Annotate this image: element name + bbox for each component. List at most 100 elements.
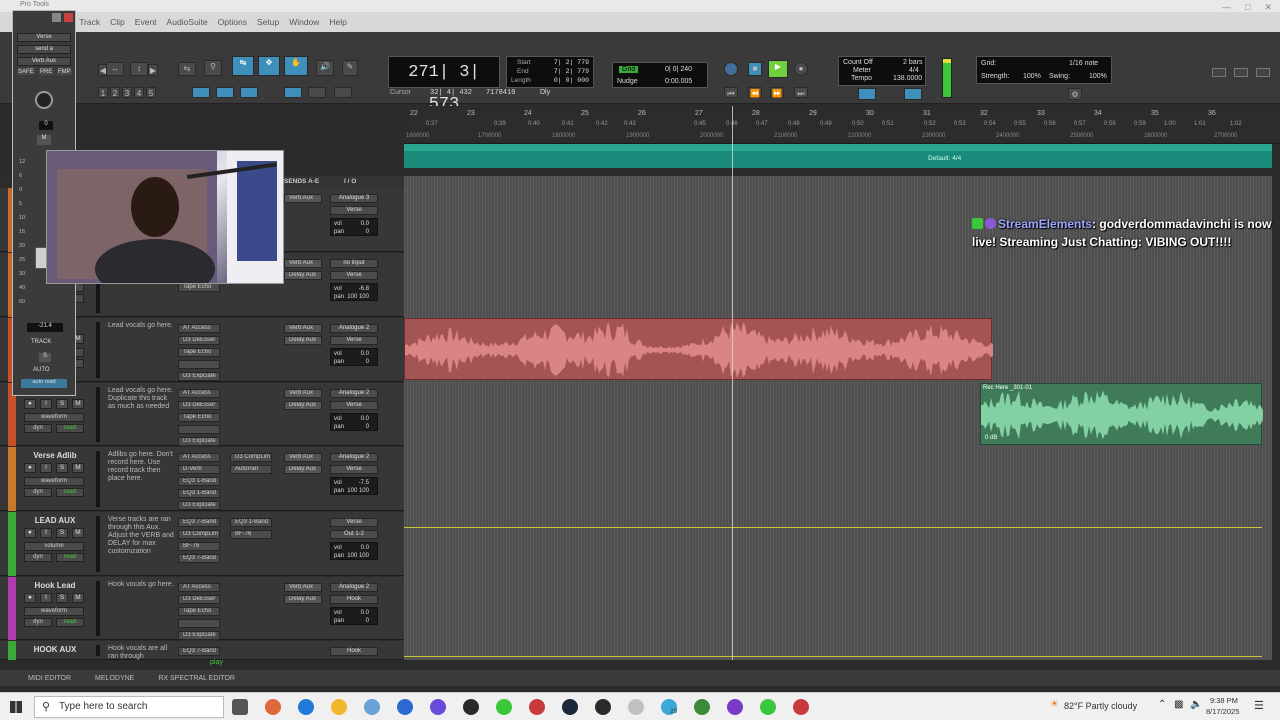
insert-slot[interactable]: D3 DeEsser xyxy=(178,595,220,604)
solo-button[interactable]: S xyxy=(56,399,68,409)
hook-aux-volume-line[interactable] xyxy=(404,656,1262,657)
steam-icon[interactable] xyxy=(562,699,578,715)
insert-slot[interactable]: D3 CompLim xyxy=(230,453,272,462)
io-selector[interactable]: Verse xyxy=(330,401,378,410)
conductor-icon[interactable] xyxy=(904,88,922,100)
io-selector[interactable]: Verse xyxy=(330,518,378,527)
trim-tool-icon[interactable]: ↹ xyxy=(232,56,254,76)
io-selector[interactable]: Out 1-2 xyxy=(330,530,378,539)
notifications-icon[interactable]: ☰ xyxy=(1254,699,1264,712)
input-monitor-button[interactable]: I xyxy=(40,463,52,473)
automation-mode-selector[interactable]: read xyxy=(56,618,84,627)
vol-value[interactable]: 0.0 xyxy=(361,350,369,358)
vol-value[interactable]: 0.0 xyxy=(361,415,369,423)
shuffle-mode-icon[interactable] xyxy=(192,87,210,98)
tempo-ruler[interactable] xyxy=(404,144,1272,151)
zoom-preset-4[interactable]: 4 xyxy=(134,87,144,98)
edit-minimize-button[interactable] xyxy=(1212,68,1226,77)
pencil-tool-icon[interactable]: ✎ xyxy=(342,60,358,76)
edge-icon[interactable] xyxy=(298,699,314,715)
end-value[interactable]: 7| 2| 779 xyxy=(554,68,589,75)
automation-mode-selector[interactable]: read xyxy=(56,553,84,562)
track-name[interactable]: Verse Adlib xyxy=(22,451,88,461)
vol-pan-box[interactable]: vol 0.0 pan 0 xyxy=(330,218,378,236)
io-selector[interactable]: Verse xyxy=(330,206,378,215)
mute-button[interactable]: M xyxy=(72,593,84,603)
insert-slot[interactable]: EQ3 1-Band xyxy=(230,518,272,527)
vol-value[interactable]: 0.0 xyxy=(361,544,369,552)
zoom-preset-5[interactable]: 5 xyxy=(146,87,156,98)
send-slot[interactable]: Delay Aux xyxy=(284,595,322,604)
track-row[interactable]: HOOK AUX Hook vocals are all ran through… xyxy=(0,641,404,660)
app-icon-3[interactable] xyxy=(430,699,446,715)
grid-value[interactable]: 0| 0| 240 xyxy=(665,66,692,73)
insert-slot[interactable]: D3 ExpGate xyxy=(178,372,220,381)
io-selector[interactable]: no input xyxy=(330,259,378,268)
main-counter[interactable]: 271| 3| 573 xyxy=(388,56,500,114)
solo-button[interactable]: S xyxy=(56,593,68,603)
taskbar-search-input[interactable]: Type here to search xyxy=(34,696,224,718)
send-slot[interactable]: Verb Aux xyxy=(284,389,322,398)
menu-window[interactable]: Window xyxy=(289,17,319,27)
dyn-selector[interactable]: dyn xyxy=(24,424,52,433)
mixer-io-verse[interactable]: Verse xyxy=(17,33,71,42)
zoomer-tool-icon[interactable]: ⚲ xyxy=(204,60,222,76)
io-selector[interactable]: Analogue 2 xyxy=(330,324,378,333)
vol-pan-box[interactable]: vol 0.0 pan 0 xyxy=(330,607,378,625)
io-selector[interactable]: Analogue 2 xyxy=(330,389,378,398)
vol-pan-box[interactable]: vol 0.0 pan 0 xyxy=(330,348,378,366)
fmp-button[interactable]: FMP xyxy=(57,69,72,75)
record-arm-button[interactable]: ● xyxy=(24,528,36,538)
track-button[interactable]: TRACK xyxy=(31,339,51,345)
rewind-button[interactable]: ⏪ xyxy=(748,87,762,98)
record-arm-button[interactable]: ● xyxy=(24,463,36,473)
mute-button[interactable]: M xyxy=(72,463,84,473)
menu-help[interactable]: Help xyxy=(329,17,346,27)
track-name[interactable]: Hook Lead xyxy=(22,581,88,591)
insert-slot[interactable]: EQ3 7-Band xyxy=(178,554,220,563)
automation-mode-selector[interactable]: read xyxy=(56,424,84,433)
play-button[interactable]: ▶ xyxy=(768,60,788,78)
online-button[interactable] xyxy=(724,62,738,76)
clock-date[interactable]: 8/17/2025 xyxy=(1206,707,1239,716)
solo-button[interactable]: S xyxy=(56,463,68,473)
pan-value[interactable]: 100 100 xyxy=(347,552,369,560)
insert-slot[interactable]: D3 CompLim xyxy=(178,530,220,539)
menu-event[interactable]: Event xyxy=(135,17,157,27)
tab-to-transients-icon[interactable] xyxy=(308,87,326,98)
insert-slot[interactable] xyxy=(178,619,220,628)
insert-slot[interactable]: EQ3 1-Band xyxy=(178,477,220,486)
grid-mode-icon[interactable] xyxy=(284,87,302,98)
menu-clip[interactable]: Clip xyxy=(110,17,125,27)
track-row[interactable]: Hook Lead Hook vocals go here. ● I S M w… xyxy=(0,577,404,640)
send-slot[interactable]: Verb Aux xyxy=(284,453,322,462)
windows-start-icon[interactable] xyxy=(10,701,22,713)
mute-button[interactable]: M xyxy=(72,528,84,538)
input-monitor-button[interactable]: I xyxy=(40,399,52,409)
dyn-selector[interactable]: dyn xyxy=(24,553,52,562)
task-view-icon[interactable] xyxy=(232,699,248,715)
input-monitor-button[interactable]: I xyxy=(40,593,52,603)
audio-clip-lead-vocal[interactable] xyxy=(404,318,993,380)
vol-pan-box[interactable]: vol -7.5 pan 100 100 xyxy=(330,477,378,495)
expand-icon[interactable]: ⇆ xyxy=(178,62,196,76)
insert-slot[interactable] xyxy=(178,360,220,369)
app-icon-8[interactable] xyxy=(727,699,743,715)
track-view-selector[interactable]: waveform xyxy=(24,477,84,486)
track-row[interactable]: Verse Adlib Adlibs go here. Don't record… xyxy=(0,447,404,511)
insert-slot[interactable]: D3 ExpGate xyxy=(178,501,220,510)
track-comment[interactable]: Hook vocals go here. xyxy=(108,581,174,589)
track-view-selector[interactable]: waveform xyxy=(24,413,84,422)
insert-slot[interactable]: EQ3 1-Band xyxy=(178,489,220,498)
io-selector[interactable]: Verse xyxy=(330,336,378,345)
midi-grid-value[interactable]: 1/16 note xyxy=(1069,60,1098,67)
pan-value[interactable]: 0 xyxy=(366,228,369,236)
track-comment[interactable]: Lead vocals go here. Duplicate this trac… xyxy=(108,387,174,411)
slip-mode-icon[interactable] xyxy=(216,87,234,98)
dyn-selector[interactable]: dyn xyxy=(24,488,52,497)
tab-melodyne[interactable]: MELODYNE xyxy=(95,675,134,682)
send-slot[interactable]: Delay Aux xyxy=(284,271,322,280)
pan-value[interactable]: 0 xyxy=(366,358,369,366)
clock-time[interactable]: 9:38 PM xyxy=(1210,696,1238,705)
io-selector[interactable]: Analogue 3 xyxy=(330,194,378,203)
